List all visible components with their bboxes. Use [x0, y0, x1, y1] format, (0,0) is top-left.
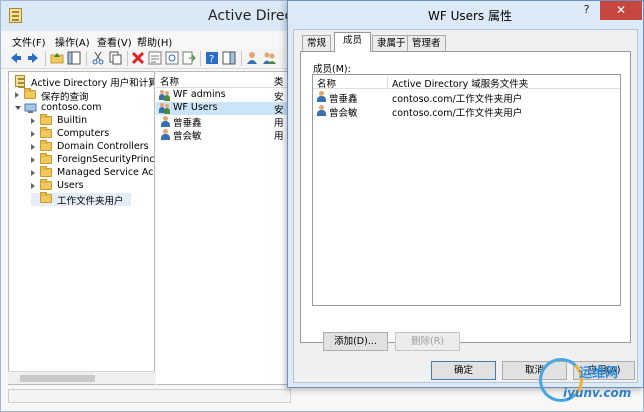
toolbar-separator — [86, 51, 87, 66]
tree-item-domain[interactable]: contoso.com — [15, 102, 154, 115]
tree-horizontal-scrollbar[interactable] — [8, 371, 155, 384]
toolbar-separator — [127, 51, 128, 66]
new-group-icon[interactable] — [263, 51, 277, 65]
action-pane-icon[interactable] — [222, 51, 236, 65]
remove-member-button[interactable]: 删除(R) — [395, 332, 460, 351]
site-watermark: 运维网 iyunv.com — [535, 350, 640, 408]
scrollbar-thumb[interactable] — [20, 375, 95, 382]
column-separator[interactable] — [387, 76, 388, 90]
status-bar — [8, 389, 291, 403]
tab-general[interactable]: 常规 — [302, 35, 332, 51]
expand-arrow-icon[interactable] — [15, 92, 19, 98]
folder-icon — [40, 179, 52, 190]
folder-icon — [40, 127, 52, 138]
close-icon[interactable]: ✕ — [600, 1, 642, 20]
column-header-name[interactable]: 名称 — [317, 76, 336, 90]
tree-item-saved-queries[interactable]: 保存的查询 — [15, 88, 154, 103]
list-header: 名称 类 — [156, 72, 290, 88]
properties-dialog: WF Users 属性 ? ✕ 常规 成员 隶属于 管理者 成员(M): 名称 … — [287, 0, 644, 388]
up-folder-icon[interactable] — [50, 51, 64, 65]
expand-arrow-icon[interactable] — [31, 157, 35, 163]
list-item[interactable]: 曾垂鑫 用 — [156, 115, 290, 129]
domain-icon — [24, 103, 37, 113]
cut-icon[interactable] — [91, 51, 105, 65]
expand-arrow-icon[interactable] — [31, 131, 35, 137]
new-user-icon[interactable] — [246, 51, 260, 65]
dialog-title: WF Users 属性 — [428, 9, 513, 23]
copy-icon[interactable] — [108, 51, 122, 65]
members-label: 成员(M): — [313, 64, 351, 75]
menu-view[interactable]: 查看(V) — [97, 34, 132, 49]
tree-item-foreign-security-principals[interactable]: ForeignSecurityPrincipa — [31, 153, 154, 167]
user-icon — [160, 116, 171, 127]
list-item[interactable]: WF admins 安 — [156, 89, 290, 103]
svg-text:?: ? — [209, 54, 214, 65]
help-icon[interactable]: ? — [205, 51, 219, 65]
expand-arrow-icon[interactable] — [31, 118, 35, 124]
back-icon[interactable] — [9, 51, 23, 65]
toolbar-separator — [200, 51, 201, 66]
toolbar-separator — [45, 51, 46, 66]
refresh-icon[interactable] — [165, 51, 179, 65]
list-item[interactable]: WF Users 安 — [156, 102, 290, 116]
member-row[interactable]: 曾会敏 contoso.com/工作文件夹用户 — [313, 104, 620, 119]
show-tree-icon[interactable] — [67, 51, 81, 65]
user-icon — [316, 105, 327, 116]
toolbar-separator — [241, 51, 242, 66]
tab-managed-by[interactable]: 管理者 — [407, 35, 446, 51]
user-icon — [316, 91, 327, 102]
members-list-header: 名称 Active Directory 域服务文件夹 — [313, 75, 620, 90]
tree-item-users[interactable]: Users — [31, 179, 154, 193]
toolbar: ? — [1, 49, 291, 69]
properties-icon[interactable] — [148, 51, 162, 65]
column-header-type[interactable]: 类 — [274, 74, 284, 88]
collapse-arrow-icon[interactable] — [15, 106, 21, 110]
aduc-app-icon — [9, 8, 22, 23]
menu-action[interactable]: 操作(A) — [55, 34, 90, 49]
dialog-body: 常规 成员 隶属于 管理者 成员(M): 名称 Active Directory… — [293, 29, 638, 383]
expand-arrow-icon[interactable] — [31, 144, 35, 150]
members-list[interactable]: 名称 Active Directory 域服务文件夹 曾垂鑫 contoso.c… — [312, 74, 621, 306]
tab-member-of[interactable]: 隶属于 — [372, 35, 411, 51]
tree-pane[interactable]: Active Directory 用户和计算机 保存的查询 contoso.co… — [8, 71, 155, 385]
ou-folder-icon — [40, 192, 52, 203]
folder-icon — [40, 153, 52, 164]
list-pane[interactable]: 名称 类 WF admins 安 WF Users 安 曾垂鑫 用 曾会敏 用 — [156, 71, 291, 385]
tree-root[interactable]: Active Directory 用户和计算机 — [15, 75, 154, 89]
members-tab-panel: 成员(M): 名称 Active Directory 域服务文件夹 曾垂鑫 co… — [300, 51, 631, 351]
column-header-folder[interactable]: Active Directory 域服务文件夹 — [392, 76, 528, 90]
forward-icon[interactable] — [26, 51, 40, 65]
tree-item-computers[interactable]: Computers — [31, 127, 154, 141]
user-icon — [160, 129, 171, 140]
menu-file[interactable]: 文件(F) — [12, 34, 46, 49]
ou-folder-icon — [40, 140, 52, 151]
watermark-bottom-text: iyunv.com — [563, 386, 632, 400]
column-header-name[interactable]: 名称 — [160, 74, 179, 88]
tab-members[interactable]: 成员 — [334, 32, 372, 52]
export-list-icon[interactable] — [182, 51, 196, 65]
group-icon — [159, 103, 172, 114]
tree-item-work-folder-users[interactable]: 工作文件夹用户 — [31, 192, 131, 207]
delete-icon[interactable] — [131, 51, 145, 65]
expand-arrow-icon[interactable] — [31, 183, 35, 189]
menu-help[interactable]: 帮助(H) — [137, 34, 172, 49]
tree-item-domain-controllers[interactable]: Domain Controllers — [31, 140, 154, 154]
tree-item-managed-service-accounts[interactable]: Managed Service Acco — [31, 166, 154, 180]
member-row[interactable]: 曾垂鑫 contoso.com/工作文件夹用户 — [313, 90, 620, 105]
expand-arrow-icon[interactable] — [31, 170, 35, 176]
group-icon — [159, 90, 172, 101]
ok-button[interactable]: 确定 — [431, 361, 496, 380]
aduc-root-icon — [15, 75, 25, 87]
folder-icon — [24, 88, 36, 99]
folder-icon — [40, 114, 52, 125]
tree-item-builtin[interactable]: Builtin — [31, 114, 154, 128]
watermark-top-text: 运维网 — [579, 366, 619, 381]
add-member-button[interactable]: 添加(D)... — [323, 332, 388, 351]
dialog-titlebar[interactable]: WF Users 属性 ? ✕ — [288, 1, 643, 27]
folder-icon — [40, 166, 52, 177]
list-item[interactable]: 曾会敏 用 — [156, 128, 290, 142]
dialog-help-button[interactable]: ? — [574, 2, 599, 19]
menubar: 文件(F) 操作(A) 查看(V) 帮助(H) — [1, 31, 291, 49]
